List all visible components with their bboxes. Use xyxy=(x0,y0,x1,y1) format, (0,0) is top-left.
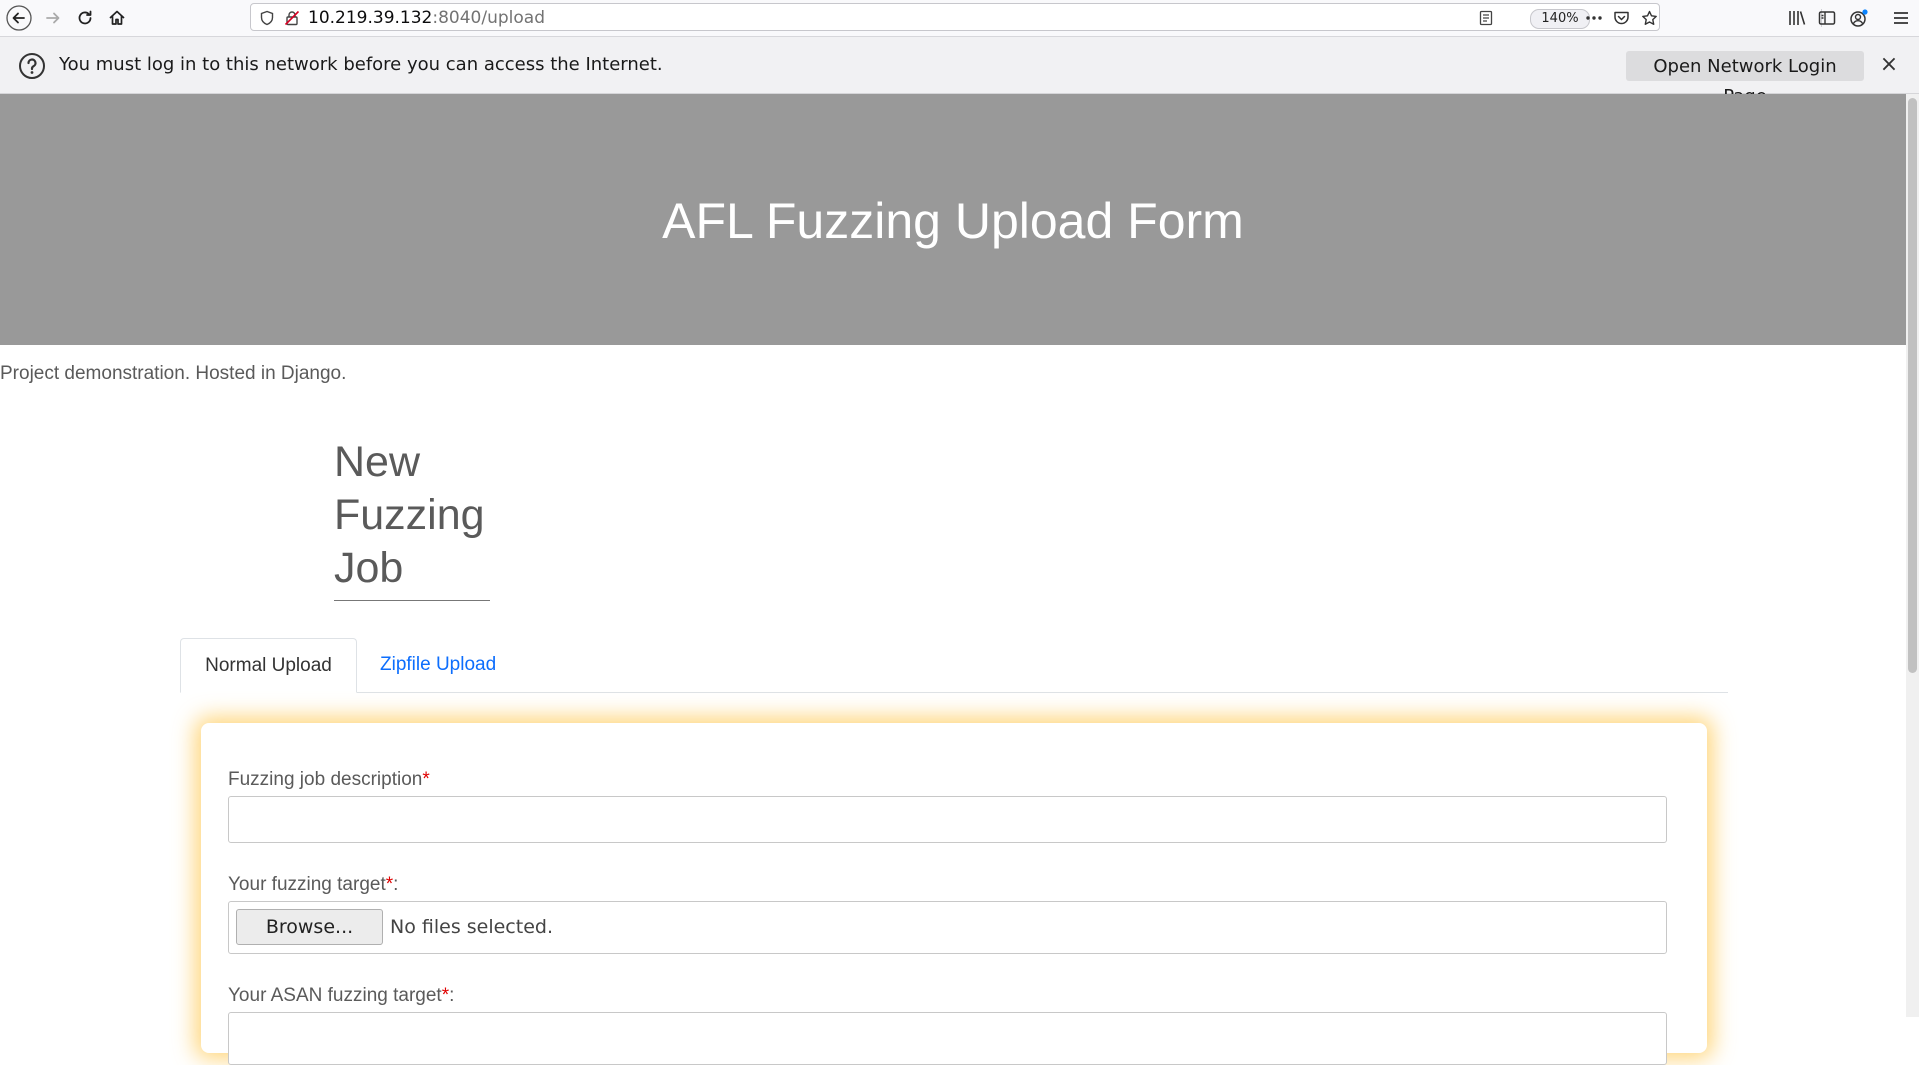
back-button[interactable] xyxy=(4,3,34,33)
tracking-shield-icon[interactable] xyxy=(259,10,275,30)
upload-tabs: Normal Upload Zipfile Upload xyxy=(180,638,1728,693)
open-network-login-button[interactable]: Open Network Login Page xyxy=(1626,51,1864,107)
bookmark-star-icon[interactable] xyxy=(1641,10,1658,30)
library-button[interactable] xyxy=(1782,3,1812,33)
account-button[interactable] xyxy=(1844,3,1874,33)
browser-toolbar: 10.219.39.132:8040/upload 140% xyxy=(0,0,1919,37)
scrollbar-thumb[interactable] xyxy=(1908,98,1917,673)
asan-target-label: Your ASAN fuzzing target*: xyxy=(228,985,454,1007)
required-marker: * xyxy=(441,985,450,1006)
insecure-lock-icon[interactable] xyxy=(284,10,300,30)
file-status-text: No files selected. xyxy=(390,916,553,938)
forward-button[interactable] xyxy=(38,3,68,33)
home-icon xyxy=(107,8,127,28)
url-host: 10.219.39.132 xyxy=(308,8,433,28)
section-heading: New Fuzzing Job xyxy=(334,436,490,601)
notification-message: You must log in to this network before y… xyxy=(59,54,663,75)
asan-label-text: Your ASAN fuzzing target xyxy=(228,985,442,1006)
description-label-text: Fuzzing job description xyxy=(228,769,423,790)
reload-button[interactable] xyxy=(70,3,100,33)
account-icon xyxy=(1849,8,1869,28)
reader-view-icon[interactable] xyxy=(1478,10,1494,30)
sidebar-icon xyxy=(1818,10,1836,26)
page-actions-icon[interactable] xyxy=(1584,10,1604,30)
back-icon xyxy=(6,5,32,31)
menu-button[interactable] xyxy=(1886,3,1916,33)
upload-form-card: Fuzzing job description* Your fuzzing ta… xyxy=(201,723,1707,1065)
menu-icon xyxy=(1892,10,1910,26)
url-text[interactable]: 10.219.39.132:8040/upload xyxy=(308,8,545,28)
browse-button[interactable]: Browse... xyxy=(236,909,383,945)
captive-portal-notification: You must log in to this network before y… xyxy=(0,37,1919,107)
description-label: Fuzzing job description* xyxy=(228,769,430,791)
forward-icon xyxy=(43,8,63,28)
tab-normal-upload[interactable]: Normal Upload xyxy=(180,638,357,693)
job-description-input[interactable] xyxy=(228,796,1667,843)
url-path: :8040/upload xyxy=(432,8,545,28)
sidebar-button[interactable] xyxy=(1812,3,1842,33)
vertical-scrollbar[interactable] xyxy=(1906,94,1919,1017)
tab-zipfile-upload[interactable]: Zipfile Upload xyxy=(380,638,496,692)
target-label-text: Your fuzzing target xyxy=(228,874,386,895)
required-marker: * xyxy=(422,769,430,790)
page-title: AFL Fuzzing Upload Form xyxy=(662,193,1244,249)
home-button[interactable] xyxy=(102,3,132,33)
library-icon xyxy=(1787,9,1807,27)
address-bar[interactable]: 10.219.39.132:8040/upload 140% xyxy=(250,3,1822,31)
target-label: Your fuzzing target*: xyxy=(228,874,398,896)
pocket-icon[interactable] xyxy=(1613,10,1630,30)
asan-target-file-input[interactable] xyxy=(228,1012,1667,1065)
hero-banner: AFL Fuzzing Upload Form xyxy=(0,94,1906,345)
tagline: Project demonstration. Hosted in Django. xyxy=(0,363,347,384)
zoom-level-badge[interactable]: 140% xyxy=(1530,9,1590,29)
label-colon: : xyxy=(449,985,455,1006)
reload-icon xyxy=(75,8,95,28)
close-notification-icon[interactable]: × xyxy=(1877,53,1901,77)
help-question-icon xyxy=(18,52,46,84)
fuzzing-target-file-input[interactable]: Browse... No files selected. xyxy=(228,901,1667,954)
label-colon: : xyxy=(393,874,399,895)
